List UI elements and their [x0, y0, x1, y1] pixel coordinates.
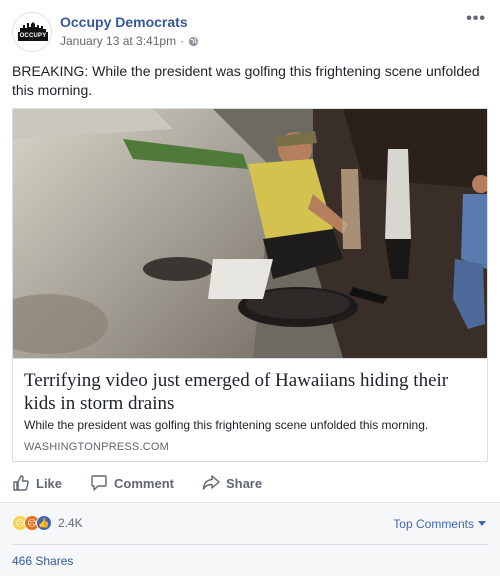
page-name-link[interactable]: Occupy Democrats — [60, 14, 188, 30]
thumbs-up-icon — [13, 475, 29, 491]
skyline-icon — [20, 22, 46, 32]
link-preview-card[interactable]: Terrifying video just emerged of Hawaiia… — [12, 108, 488, 462]
like-reaction-icon: 👍 — [36, 515, 52, 531]
avatar-text: OCCUPY — [18, 32, 48, 41]
facebook-post: OCCUPY Occupy Democrats January 13 at 3:… — [0, 0, 500, 576]
share-label: Share — [225, 475, 263, 491]
meta-separator: · — [180, 34, 185, 48]
top-comments-label: Top Comments — [393, 517, 474, 531]
like-label: Like — [36, 475, 63, 491]
comment-icon — [91, 475, 107, 491]
link-description: While the president was golfing this fri… — [24, 418, 429, 432]
reactions-summary[interactable]: ☹ ☹ 👍 2.4K — [12, 515, 83, 531]
link-title[interactable]: Terrifying video just emerged of Hawaiia… — [24, 369, 479, 415]
ellipsis-icon[interactable]: ••• — [466, 10, 486, 28]
link-preview-info[interactable]: Terrifying video just emerged of Hawaiia… — [13, 358, 487, 461]
page-avatar[interactable]: OCCUPY — [12, 12, 52, 52]
top-comments-dropdown[interactable]: Top Comments — [393, 517, 486, 531]
reaction-count[interactable]: 2.4K — [58, 516, 83, 530]
link-domain: WASHINGTONPRESS.COM — [24, 441, 169, 453]
post-text: BREAKING: While the president was golfin… — [12, 63, 480, 98]
shares-count-link[interactable]: 466 Shares — [12, 554, 73, 568]
post-meta: January 13 at 3:41pm · — [60, 34, 199, 48]
comment-button[interactable]: Comment — [90, 474, 174, 492]
footer-divider — [12, 544, 488, 545]
like-button[interactable]: Like — [12, 474, 62, 492]
caret-down-icon — [478, 521, 486, 526]
post-action-bar: Like Comment Share — [12, 468, 488, 498]
globe-icon[interactable] — [188, 36, 199, 47]
share-button[interactable]: Share — [202, 474, 262, 492]
post-footer: ☹ ☹ 👍 2.4K Top Comments 466 Shares — [0, 502, 500, 576]
post-timestamp[interactable]: January 13 at 3:41pm — [60, 34, 176, 48]
comment-label: Comment — [114, 475, 174, 491]
share-arrow-icon — [202, 475, 220, 490]
link-preview-image[interactable] — [13, 109, 487, 358]
